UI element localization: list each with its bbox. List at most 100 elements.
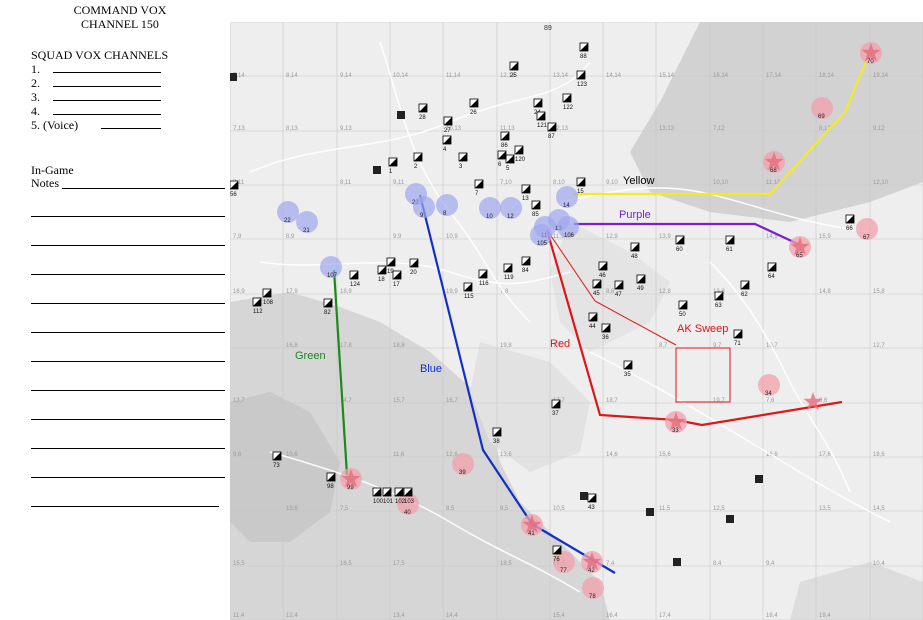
objective-blue-label: 12: [507, 214, 514, 220]
unit-number: 76: [553, 557, 560, 563]
grid-label: 11,5: [659, 506, 671, 512]
grid-label: 14,4: [446, 613, 458, 619]
unit-number: 116: [479, 281, 489, 287]
unit-number: 87: [548, 134, 555, 140]
grid-label: 17,9: [286, 289, 298, 295]
squad-vox-blank-2[interactable]: [53, 76, 161, 87]
grid-label: 15,4: [553, 613, 565, 619]
unit-number: 86: [501, 143, 508, 149]
unit-number: 49: [637, 286, 644, 292]
unit-number: 13: [522, 196, 529, 202]
notes-line-2[interactable]: [31, 245, 225, 246]
objective-blue-9: [413, 196, 435, 218]
objective-blue-label: 106: [564, 233, 575, 239]
unit-number: 28: [419, 115, 426, 121]
notes-line-3[interactable]: [31, 274, 225, 275]
grid-label: 13,4: [393, 613, 405, 619]
objective-red-label: 69: [818, 114, 825, 120]
unit-number: 124: [350, 282, 361, 288]
unit-number: 123: [577, 82, 588, 88]
grid-label: 16,8: [286, 343, 298, 349]
grid-label: 8,5: [446, 506, 455, 512]
notes-line-5[interactable]: [31, 332, 225, 333]
grid-label: 8,9: [286, 234, 295, 240]
grid-label: 7,9: [233, 234, 242, 240]
objective-red-label: 70: [867, 59, 874, 65]
grid-label: 13,9: [659, 234, 671, 240]
grid-label: 19,4: [819, 613, 831, 619]
notes-line-1[interactable]: [31, 216, 225, 217]
unit-number: 43: [588, 505, 595, 511]
objective-red-label: 99: [347, 485, 354, 491]
route-label-purple: Purple: [619, 209, 651, 221]
grid-label: 17,8: [340, 343, 352, 349]
unit-number: 19: [387, 269, 394, 275]
unit-number: 115: [464, 294, 474, 300]
notes-line-9[interactable]: [31, 448, 225, 449]
notes-line-7[interactable]: [31, 390, 225, 391]
grid-label: 19,7: [713, 398, 725, 404]
squad-vox-blank-3[interactable]: [53, 90, 161, 101]
unit-number: 61: [726, 247, 733, 253]
grid-label: 15,8: [873, 289, 885, 295]
grid-label: 13,7: [233, 398, 245, 404]
map-symbol-icon: [646, 508, 654, 516]
objective-blue-label: 107: [327, 273, 338, 279]
grid-label: 8,13: [286, 126, 298, 132]
objective-blue-label: 21: [303, 228, 310, 234]
grid-label: 13,13: [659, 126, 675, 132]
grid-label: 8,4: [713, 561, 722, 567]
grid-label: 14,5: [873, 506, 885, 512]
unit-number: 103: [404, 499, 415, 505]
grid-label: 19,6: [286, 506, 298, 512]
notes-line-4[interactable]: [31, 303, 225, 304]
squad-vox-blank-4[interactable]: [53, 104, 161, 115]
tactical-map[interactable]: 7,14 8,14 9,14 10,14 11,14 12,14 13,14 14,14 15,…: [230, 22, 923, 620]
grid-label: 12,8: [659, 289, 671, 295]
squad-vox-label-1: 1.: [31, 62, 40, 76]
grid-label: 15,6: [659, 452, 671, 458]
squad-vox-label-2: 2.: [31, 76, 40, 90]
objective-blue-label: 10: [486, 214, 493, 220]
notes-line-11[interactable]: [31, 506, 219, 507]
grid-label: 16,4: [606, 613, 618, 619]
grid-label: 9,5: [500, 506, 509, 512]
squad-vox-blank-1[interactable]: [53, 62, 161, 73]
grid-label: 9,10: [606, 180, 618, 186]
unit-number: 35: [624, 372, 631, 378]
notes-line-6[interactable]: [31, 361, 225, 362]
grid-label: 7,13: [233, 126, 245, 132]
grid-label: 15,14: [659, 73, 675, 79]
unit-number: 50: [679, 312, 686, 318]
grid-label: 17,5: [393, 561, 405, 567]
map-symbol-icon: [726, 515, 734, 523]
unit-number: 62: [741, 292, 748, 298]
objective-red-label: 41: [528, 531, 535, 537]
unit-number: 37: [552, 411, 559, 417]
route-label-blue: Blue: [420, 363, 442, 375]
grid-label: 17,4: [659, 613, 671, 619]
unit-number: 85: [532, 212, 539, 218]
grid-label: 14,8: [819, 289, 831, 295]
objective-red-label: 67: [863, 235, 870, 241]
grid-label: 10,10: [713, 180, 729, 186]
grid-label: 16,14: [713, 73, 729, 79]
grid-label: 9,12: [873, 126, 885, 132]
unit-number: 71: [734, 341, 741, 347]
notes-line-8[interactable]: [31, 419, 225, 420]
squad-vox-blank-5[interactable]: [101, 118, 161, 129]
unit-number: 56: [230, 192, 237, 198]
notes-line-0[interactable]: [62, 188, 225, 189]
unit-number: 47: [615, 292, 622, 298]
unit-number: 73: [273, 463, 280, 469]
grid-label: 14,14: [606, 73, 622, 79]
map-symbol-icon: [755, 475, 763, 483]
grid-label: 12,10: [873, 180, 889, 186]
squad-vox-line-3: 3.: [31, 90, 161, 104]
grid-label: 8,8: [606, 289, 615, 295]
notes-line-10[interactable]: [31, 477, 225, 478]
grid-label: 9,9: [393, 234, 402, 240]
objective-blue-label: 105: [537, 241, 548, 247]
unit-number: 48: [631, 254, 638, 260]
squad-vox-line-4: 4.: [31, 104, 161, 118]
